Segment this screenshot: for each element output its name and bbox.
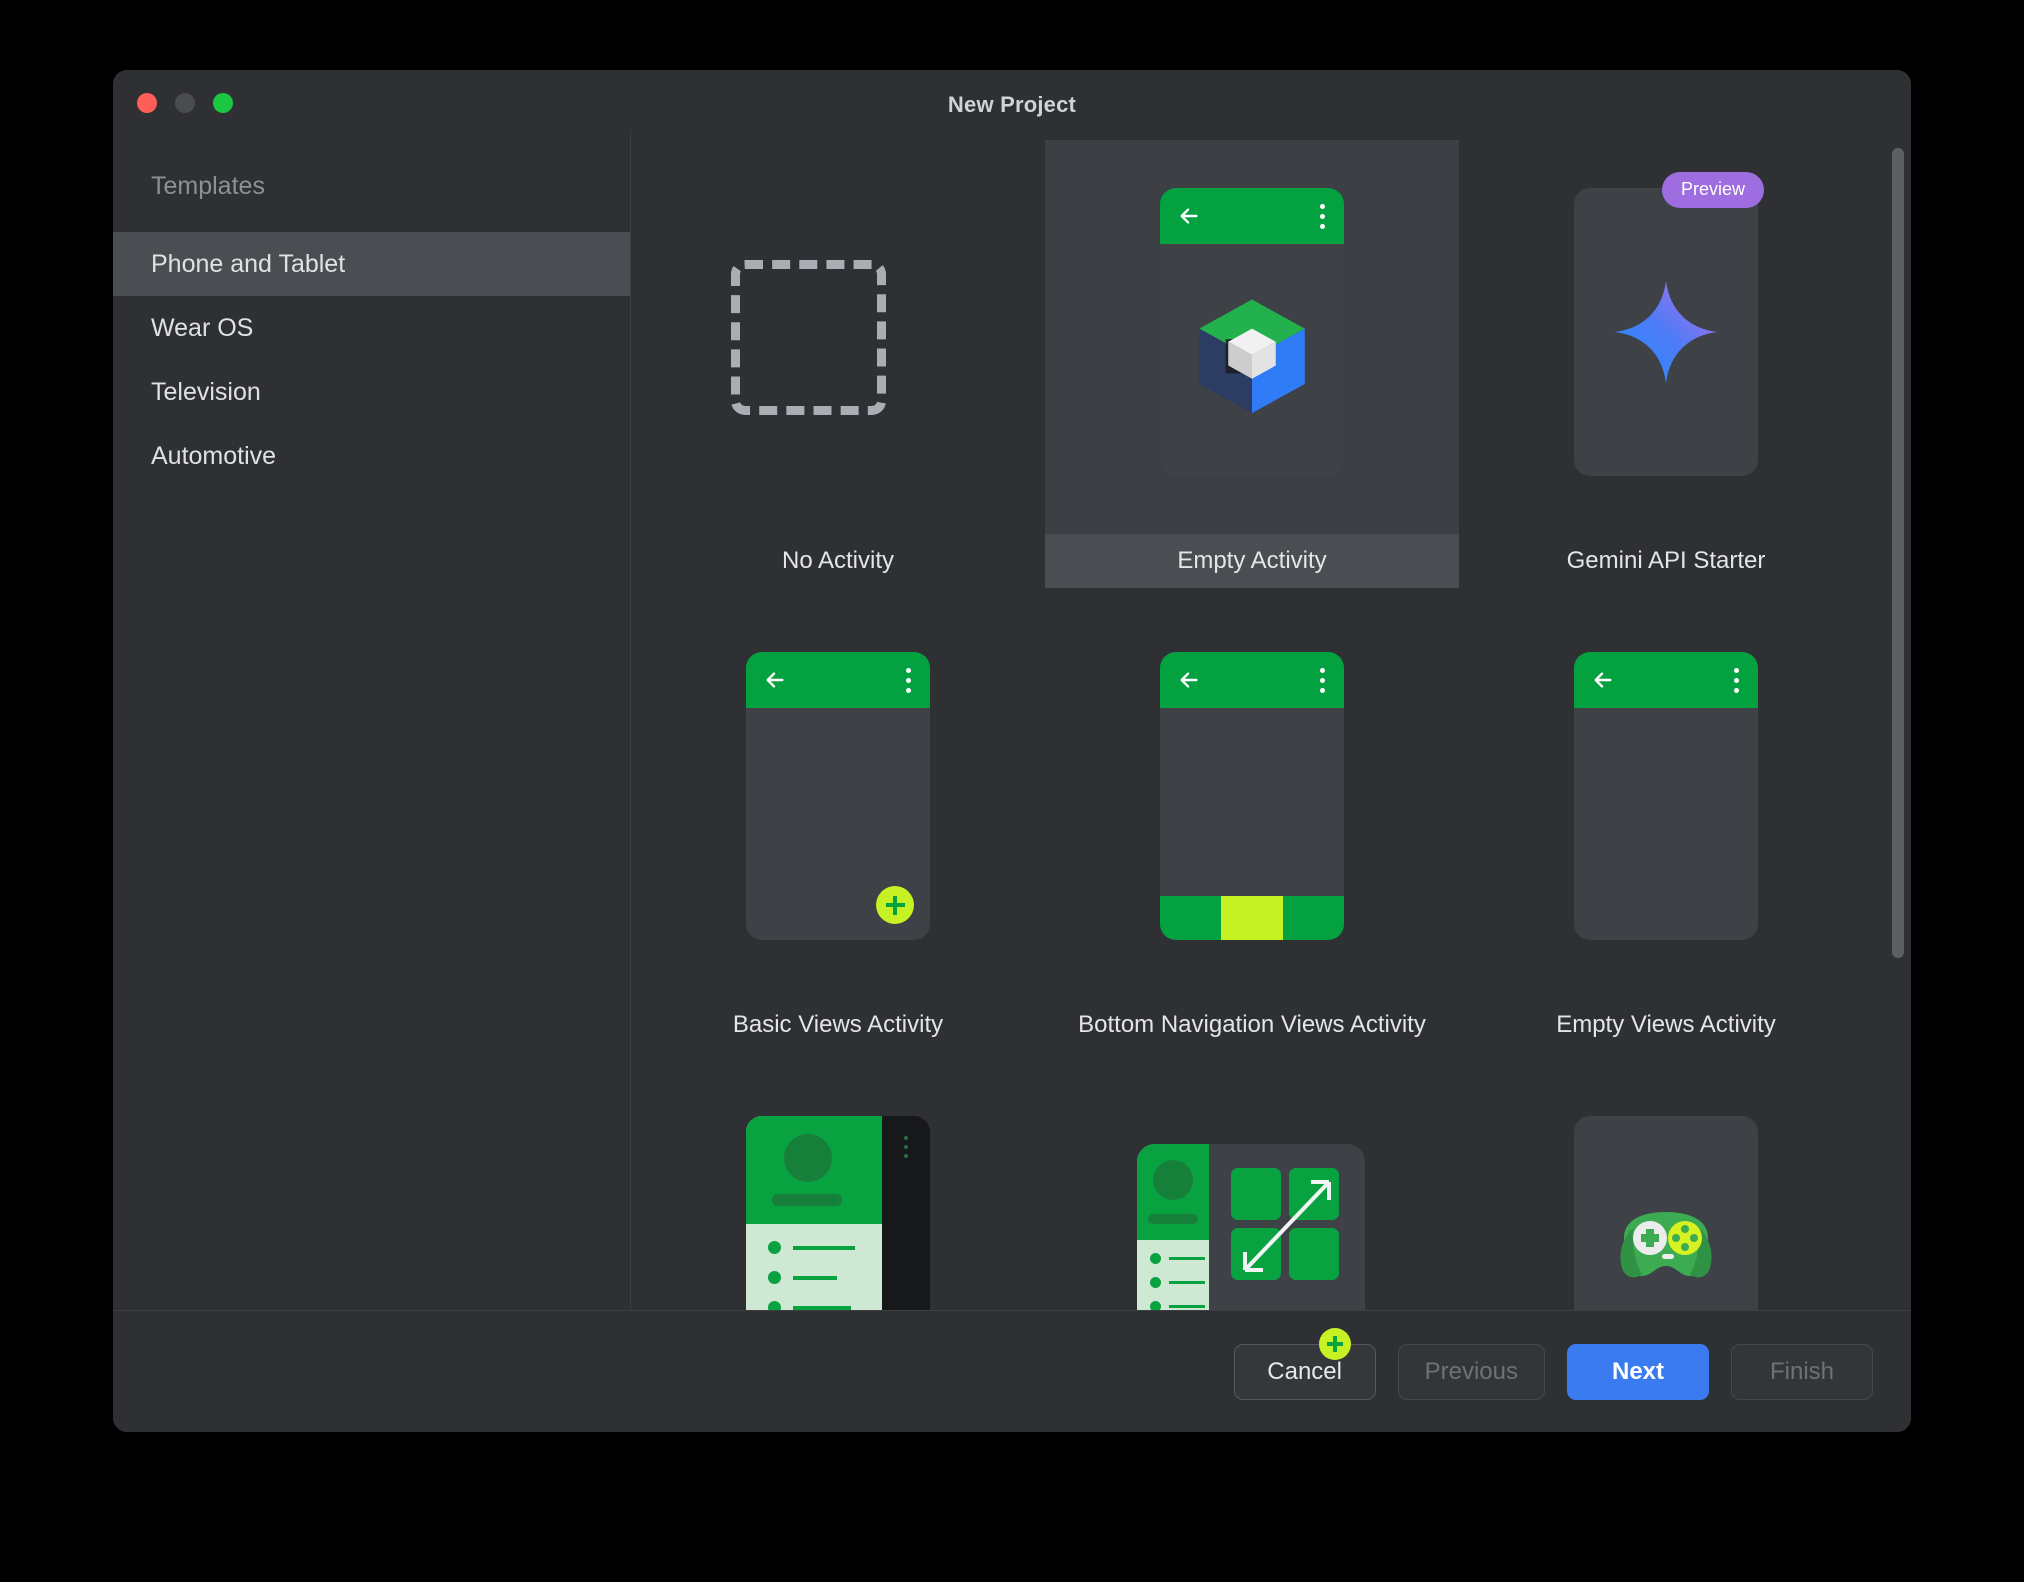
button-label: Next (1612, 1358, 1664, 1386)
finish-button[interactable]: Finish (1731, 1344, 1873, 1400)
template-card-empty-views-activity[interactable]: Empty Views Activity (1459, 604, 1873, 1052)
dashed-placeholder-icon (731, 260, 886, 415)
window-title: New Project (113, 92, 1911, 118)
template-thumbnail: Preview (1551, 152, 1781, 512)
bottom-nav-segment (1283, 896, 1344, 940)
vertical-scrollbar[interactable] (1891, 138, 1905, 1364)
next-button[interactable]: Next (1567, 1344, 1709, 1400)
button-label: Finish (1770, 1358, 1834, 1386)
overflow-menu-icon (1734, 668, 1739, 698)
template-label: Empty Activity (1045, 534, 1459, 588)
drawer-list-item (768, 1241, 882, 1254)
back-arrow-icon (1178, 205, 1200, 227)
game-controller-icon (1600, 1198, 1732, 1298)
sidebar-item-label: Wear OS (151, 314, 253, 343)
phone-mockup (746, 652, 930, 940)
phone-mockup (1160, 652, 1344, 940)
back-arrow-icon (1592, 669, 1614, 691)
templates-row: Basic Views Activity (631, 604, 1911, 1052)
templates-sidebar: Templates Phone and Tablet Wear OS Telev… (113, 130, 631, 1370)
scrollbar-thumb[interactable] (1892, 148, 1904, 958)
template-label: Gemini API Starter (1459, 534, 1873, 588)
gemini-card: Preview (1574, 188, 1758, 476)
drawer-list-item (1150, 1253, 1209, 1264)
templates-grid-panel: No Activity (631, 130, 1911, 1370)
cancel-button[interactable]: Cancel (1234, 1344, 1376, 1400)
template-card-bottom-navigation-views-activity[interactable]: Bottom Navigation Views Activity (1045, 604, 1459, 1052)
templates-row: No Activity (631, 140, 1911, 588)
avatar (1153, 1160, 1193, 1200)
template-label: Basic Views Activity (631, 998, 1045, 1052)
gemini-sparkle-icon (1610, 276, 1722, 388)
bottom-nav-segment (1160, 896, 1221, 940)
template-card-no-activity[interactable]: No Activity (631, 140, 1045, 588)
sidebar-item-label: Automotive (151, 442, 276, 471)
template-thumbnail (1551, 616, 1781, 976)
app-bar (1160, 652, 1344, 708)
button-label: Cancel (1267, 1358, 1342, 1386)
bottom-navigation-bar-icon (1160, 896, 1344, 940)
template-label: Bottom Navigation Views Activity (1045, 998, 1459, 1052)
drawer-header (746, 1116, 882, 1224)
app-bar (1160, 188, 1344, 244)
account-name-placeholder (772, 1194, 842, 1206)
drawer-list-item (1150, 1277, 1209, 1288)
new-project-dialog-window: New Project Templates Phone and Tablet W… (113, 70, 1911, 1432)
button-label: Previous (1425, 1358, 1518, 1386)
bottom-nav-segment-active (1221, 896, 1282, 940)
template-label: No Activity (631, 534, 1045, 588)
sidebar-item-television[interactable]: Television (113, 360, 630, 424)
sidebar-item-phone-and-tablet[interactable]: Phone and Tablet (113, 232, 630, 296)
template-thumbnail (723, 616, 953, 976)
resize-diagonal-arrow-icon (1231, 1168, 1343, 1284)
account-name-placeholder (1148, 1214, 1198, 1224)
status-badge-preview: Preview (1662, 172, 1764, 208)
phone-mockup (1574, 652, 1758, 940)
template-thumbnail (1137, 152, 1367, 512)
sidebar-item-label: Phone and Tablet (151, 250, 345, 279)
template-thumbnail (1137, 616, 1367, 976)
drawer-list-item (768, 1271, 882, 1284)
overflow-menu-icon (1320, 204, 1325, 234)
overflow-menu-icon (906, 668, 911, 698)
sidebar-item-wear-os[interactable]: Wear OS (113, 296, 630, 360)
floating-action-button-icon (1319, 1328, 1351, 1360)
floating-action-button-icon (876, 886, 914, 924)
back-arrow-icon (764, 669, 786, 691)
phone-mockup (1160, 188, 1344, 476)
overflow-menu-icon (1320, 668, 1325, 698)
dialog-body: Templates Phone and Tablet Wear OS Telev… (113, 130, 1911, 1370)
overflow-menu-icon (904, 1136, 908, 1163)
previous-button[interactable]: Previous (1398, 1344, 1545, 1400)
avatar (784, 1134, 832, 1182)
sidebar-item-automotive[interactable]: Automotive (113, 424, 630, 488)
templates-grid: No Activity (631, 130, 1911, 1370)
sidebar-heading: Templates (113, 158, 630, 232)
app-bar (746, 652, 930, 708)
back-arrow-icon (1178, 669, 1200, 691)
window-title-bar: New Project (113, 70, 1911, 130)
template-card-gemini-api-starter[interactable]: Preview (1459, 140, 1873, 588)
template-card-empty-activity[interactable]: Empty Activity (1045, 140, 1459, 588)
drawer-header (1137, 1144, 1209, 1240)
template-label: Empty Views Activity (1459, 998, 1873, 1052)
template-card-basic-views-activity[interactable]: Basic Views Activity (631, 604, 1045, 1052)
dialog-footer: Cancel Previous Next Finish (113, 1310, 1911, 1432)
template-thumbnail (723, 152, 953, 512)
jetpack-compose-cube-icon (1186, 289, 1318, 421)
app-bar (1574, 652, 1758, 708)
sidebar-item-label: Television (151, 378, 261, 407)
